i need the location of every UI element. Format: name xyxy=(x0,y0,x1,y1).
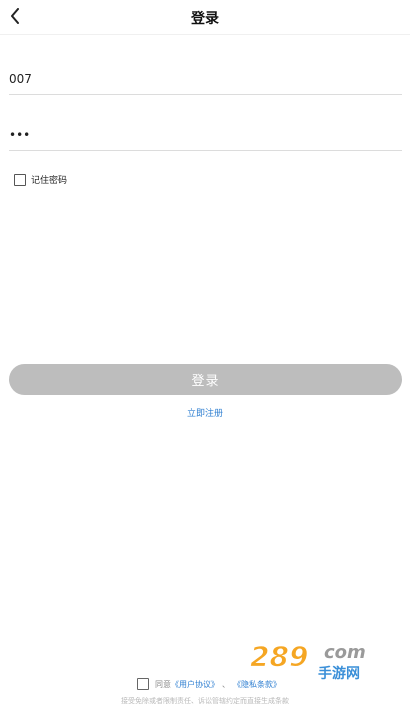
username-field[interactable] xyxy=(9,64,402,95)
username-input[interactable] xyxy=(9,64,402,94)
remember-checkbox[interactable] xyxy=(14,173,26,186)
watermark-sub: 手游网 xyxy=(318,665,360,682)
page-title: 登录 xyxy=(191,11,219,27)
password-input[interactable] xyxy=(9,120,402,150)
login-button[interactable]: 登录 xyxy=(9,364,402,395)
watermark-number: 289 xyxy=(250,640,308,673)
watermark-suffix: com xyxy=(324,642,366,663)
remember-password[interactable]: 记住密码 xyxy=(14,173,67,186)
disclaimer-text: 接受免除或者限制责任、诉讼管辖约定而直接生成条款 xyxy=(121,697,289,705)
password-field[interactable] xyxy=(9,120,402,151)
agreement-separator: 、 xyxy=(222,679,230,689)
register-link[interactable]: 立即注册 xyxy=(0,406,410,419)
agree-checkbox[interactable] xyxy=(137,678,149,690)
remember-label: 记住密码 xyxy=(31,176,68,186)
user-agreement-link[interactable]: 《用户协议》 xyxy=(171,679,219,690)
nav-bar: 登录 xyxy=(0,0,410,35)
site-watermark-logo: 289 com 手游网 xyxy=(250,640,366,683)
agree-prefix: 同意 xyxy=(155,679,171,689)
